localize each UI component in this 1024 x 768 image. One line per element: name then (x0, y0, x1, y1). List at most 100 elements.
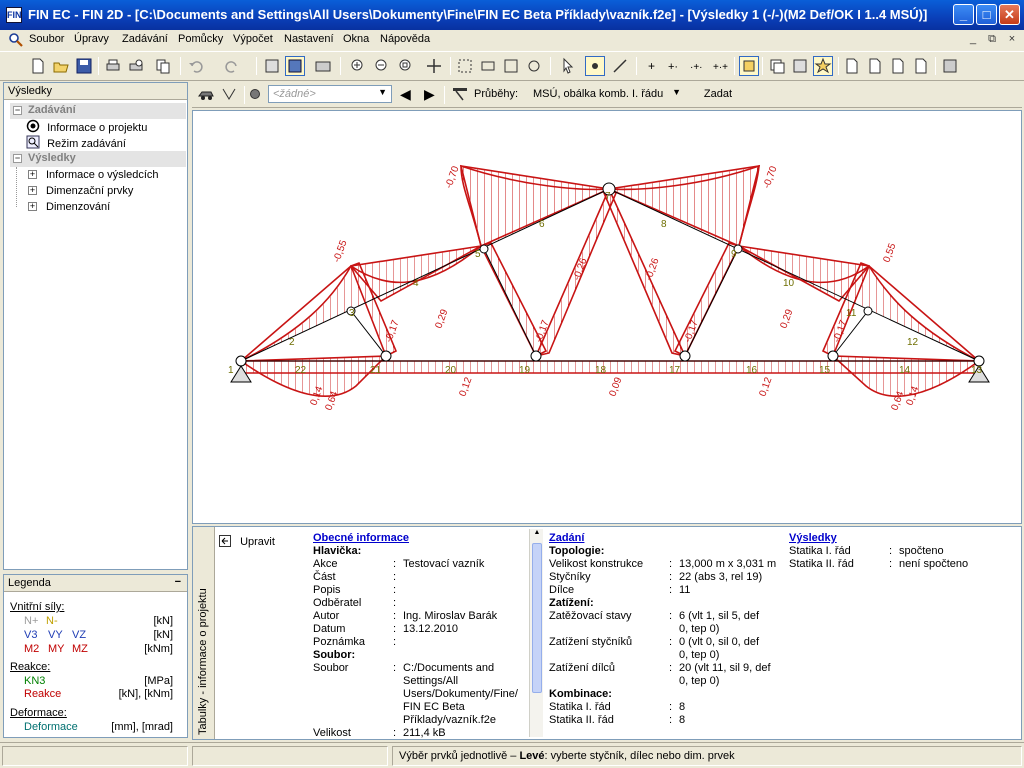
app-icon[interactable]: FIN (6, 7, 22, 23)
fit-icon[interactable] (501, 56, 521, 76)
undo-icon[interactable] (186, 56, 206, 76)
results-view-icon[interactable] (285, 56, 305, 76)
tree-section-zadavani[interactable]: − Zadávání (10, 103, 186, 119)
mdi-minimize-button[interactable]: _ (966, 32, 980, 46)
layers-icon[interactable] (790, 56, 810, 76)
tree-item-dimenzovani[interactable]: + Dimenzování (28, 199, 110, 215)
tree-item-rezim-zadavani[interactable]: Režim zadávání (26, 135, 126, 151)
pan-icon[interactable] (424, 56, 444, 76)
grid-icon[interactable]: +·+ (710, 56, 730, 76)
member-label: 20 (445, 365, 457, 376)
tree-item-dimenzacni-prvky[interactable]: + Dimenzační prvky (28, 183, 133, 199)
menu-upravy[interactable]: Úpravy (74, 33, 109, 45)
vysledky-link[interactable]: Výsledky (789, 532, 837, 545)
zoom-out-icon[interactable] (372, 56, 392, 76)
minimize-button[interactable]: _ (953, 4, 974, 25)
settings-icon[interactable] (940, 56, 960, 76)
vertical-scrollbar[interactable]: ▲ (529, 529, 543, 737)
load-icon[interactable] (219, 84, 239, 104)
copy-icon[interactable] (153, 56, 173, 76)
collapse-icon[interactable]: − (13, 106, 22, 115)
document-list-icon[interactable] (865, 56, 885, 76)
next-arrow-icon[interactable]: ▶ (424, 86, 435, 103)
star-icon[interactable] (813, 56, 833, 76)
value-label: -0,70 (443, 164, 461, 190)
point-marker-icon (250, 89, 260, 99)
status-cell-empty (2, 746, 188, 766)
menu-soubor[interactable]: Soubor (29, 33, 64, 45)
scroll-up-icon[interactable]: ▲ (531, 529, 543, 541)
snap-icon[interactable] (739, 56, 759, 76)
svg-text:+: + (648, 59, 655, 73)
save-icon[interactable] (74, 56, 94, 76)
vertical-tab[interactable]: Tabulky - informace o projektu (193, 527, 215, 739)
menu-zadavani[interactable]: Zadávání (122, 33, 168, 45)
member-label: 4 (413, 278, 419, 289)
point-icon[interactable]: + (641, 56, 661, 76)
print-preview-icon[interactable] (126, 56, 146, 76)
new-file-icon[interactable] (28, 56, 48, 76)
print-icon[interactable] (103, 56, 123, 76)
upravit-button[interactable]: Upravit (219, 535, 275, 548)
value-label: 0,29 (778, 308, 795, 330)
open-folder-icon[interactable] (51, 56, 71, 76)
info-panel: Tabulky - informace o projektu Upravit O… (192, 526, 1022, 740)
legend-collapse-button[interactable]: − (175, 576, 181, 588)
previous-arrow-icon[interactable]: ◀ (400, 86, 411, 103)
tree-item-informace-o-projektu[interactable]: Informace o projektu (26, 119, 148, 135)
collapse-icon[interactable]: − (13, 154, 22, 163)
view-frame-icon[interactable] (478, 56, 498, 76)
tree-item-informace-o-vysledcich[interactable]: + Informace o výsledcích (28, 167, 159, 183)
truss-diagram[interactable]: 1 2 3 4 5 6 7 8 9 10 11 12 13 14 15 16 1… (193, 111, 1021, 523)
export-icon[interactable] (911, 56, 931, 76)
select-window-icon[interactable] (262, 56, 282, 76)
report-icon[interactable] (888, 56, 908, 76)
left-panel: Výsledky − Zadávání Informace o projektu… (3, 82, 188, 570)
close-button[interactable]: ✕ (999, 4, 1020, 25)
zadat-button[interactable]: Zadat (696, 85, 740, 104)
menu-napoveda[interactable]: Nápověda (380, 33, 430, 45)
zoom-in-icon[interactable] (348, 56, 368, 76)
redo-icon[interactable] (222, 56, 242, 76)
grid-points-icon[interactable]: ·+· (687, 56, 707, 76)
scrollbar-thumb[interactable] (532, 543, 542, 693)
menu-vypocet[interactable]: Výpočet (233, 33, 273, 45)
maximize-button[interactable]: □ (976, 4, 997, 25)
chevron-down-icon: ▼ (672, 87, 681, 97)
mdi-restore-button[interactable]: ⧉ (985, 32, 999, 46)
zoom-window-icon[interactable] (396, 56, 416, 76)
value-label: -0,26 (643, 256, 661, 282)
title-bar[interactable]: FIN FIN EC - FIN 2D - [C:\Documents and … (0, 0, 1024, 30)
ruler-icon[interactable] (450, 84, 470, 104)
obecne-informace-link[interactable]: Obecné informace (313, 532, 409, 545)
mdi-close-button[interactable]: × (1005, 32, 1019, 46)
refresh-icon[interactable] (524, 56, 544, 76)
points-icon[interactable]: +· (664, 56, 684, 76)
load-case-select[interactable]: <žádné> ▼ (268, 85, 392, 103)
zadani-link[interactable]: Zadání (549, 532, 584, 545)
select-node-icon[interactable] (585, 56, 605, 76)
tree-section-vysledky[interactable]: − Výsledky (10, 151, 186, 167)
expand-icon[interactable]: + (28, 202, 37, 211)
expand-icon[interactable]: + (28, 170, 37, 179)
expand-icon[interactable]: + (28, 186, 37, 195)
keyboard-icon[interactable] (313, 56, 333, 76)
view-all-icon[interactable] (455, 56, 475, 76)
car-icon[interactable] (196, 84, 216, 104)
prubehy-select[interactable]: MSÚ, obálka komb. I. řádu ▼ (528, 84, 688, 102)
pointer-icon[interactable] (558, 56, 578, 76)
member-label: 15 (819, 365, 831, 376)
legend-group-title: Vnitřní síly: (10, 601, 65, 613)
search-icon[interactable] (8, 32, 24, 48)
select-member-icon[interactable] (610, 56, 630, 76)
value-label: -0,70 (761, 164, 779, 190)
menu-nastaveni[interactable]: Nastavení (284, 33, 334, 45)
layer-icon[interactable] (767, 56, 787, 76)
menu-okna[interactable]: Okna (343, 33, 369, 45)
prubehy-label: Průběhy: (474, 88, 519, 100)
edit-icon (219, 535, 231, 547)
drawing-canvas[interactable]: 1 2 3 4 5 6 7 8 9 10 11 12 13 14 15 16 1… (192, 110, 1022, 524)
document-icon[interactable] (842, 56, 862, 76)
menu-pomucky[interactable]: Pomůcky (178, 33, 223, 45)
member-label: 18 (595, 365, 607, 376)
